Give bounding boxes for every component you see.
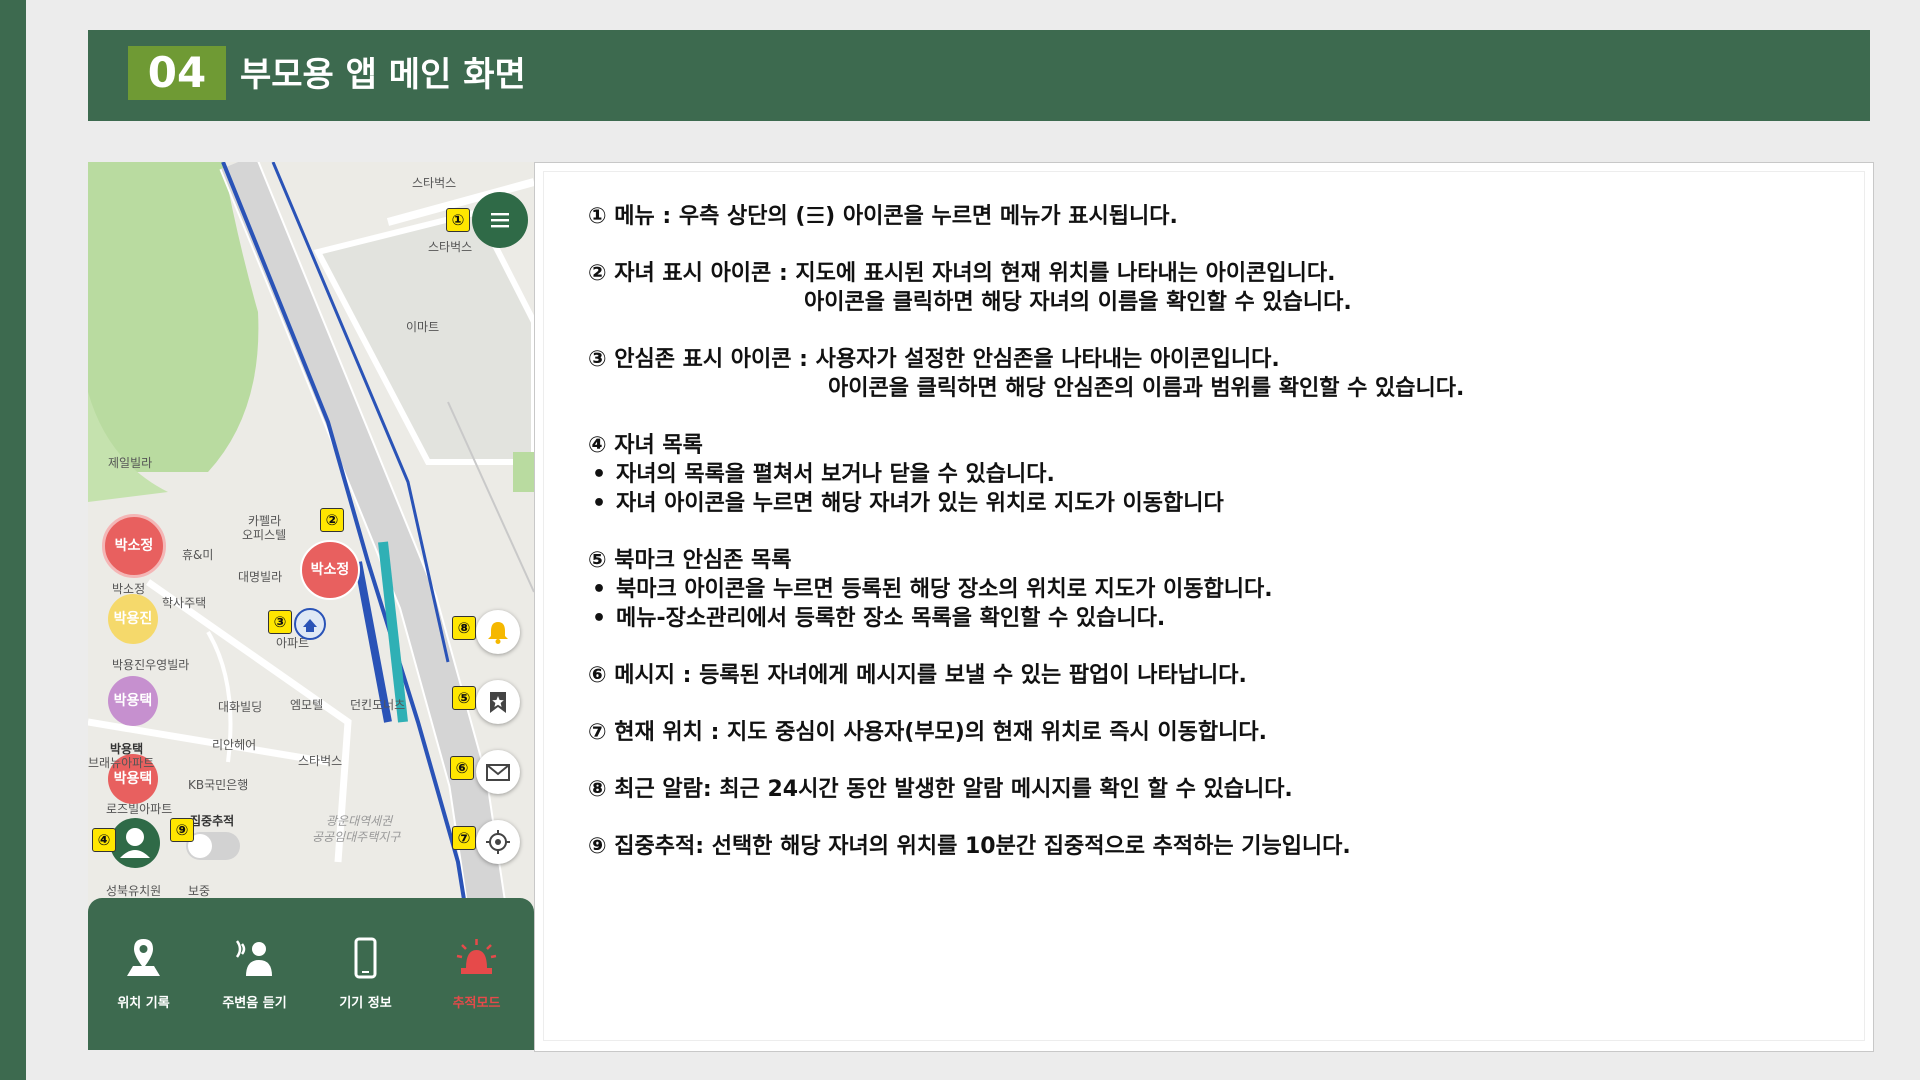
desc-recent-alarm: ⑧ 최근 알람: 최근 24시간 동안 발생한 알람 메시지를 확인 할 수 있… (588, 777, 1293, 802)
bullet-symbol: • (592, 491, 607, 516)
slide-header: 04 부모용 앱 메인 화면 (88, 30, 1870, 121)
map-label: 학사주택 (162, 596, 207, 610)
child-marker[interactable]: 박용진 (108, 594, 158, 644)
desc-child-icon: ② 자녀 표시 아이콘 : 지도에 표시된 자녀의 현재 위치를 나타내는 아이… (588, 261, 1336, 286)
bookmark-safezone-button[interactable] (476, 680, 520, 724)
bullet-text: 북마크 아이콘을 누르면 등록된 해당 장소의 위치로 지도가 이동합니다. (616, 577, 1273, 602)
phone-icon (354, 937, 377, 979)
nav-location-history[interactable]: 위치 기록 (88, 898, 199, 1050)
bullet-symbol: • (592, 462, 607, 487)
callout-badge: ④ (92, 828, 116, 852)
recent-alarm-button[interactable] (476, 610, 520, 654)
callout-badge: ⑨ (170, 818, 194, 842)
desc-bullet: • 북마크 아이콘을 누르면 등록된 해당 장소의 위치로 지도가 이동합니다. (588, 575, 1828, 604)
bottom-navigation: 위치 기록 주변음 듣기 기기 정보 추적모드 (88, 898, 534, 1050)
app-screen: 스타벅스 스타벅스 이마트 제일빌라 카펠라 오피스텔 휴&미 박소정 학사주택… (88, 162, 534, 1050)
map-label: 보중 (188, 884, 211, 898)
bookmark-star-icon (490, 692, 506, 713)
map-label: 휴&미 (182, 548, 214, 562)
focus-tracking-label: 집중추적 (190, 814, 235, 828)
child-list-toggle-avatar[interactable] (110, 818, 160, 868)
desc-child-list: ④ 자녀 목록 (588, 433, 703, 458)
map-label: KB국민은행 (188, 778, 249, 792)
desc-focus-tracking: ⑨ 집중추적: 선택한 해당 자녀의 위치를 10분간 집중적으로 추적하는 기… (588, 834, 1351, 859)
map-label: 스타벅스 (412, 176, 457, 190)
child-location-marker[interactable]: 박소정 (300, 540, 360, 600)
nav-label: 추적모드 (452, 996, 501, 1011)
nav-label: 기기 정보 (339, 996, 392, 1011)
nav-tracking-mode[interactable]: 추적모드 (421, 898, 532, 1050)
description-list: ① 메뉴 : 우측 상단의 (☰) 아이콘을 누르면 메뉴가 표시됩니다. ② … (588, 202, 1828, 861)
callout-badge: ① (446, 208, 470, 232)
callout-badge: ② (320, 508, 344, 532)
desc-child-icon-detail: 아이콘을 클릭하면 해당 자녀의 이름을 확인할 수 있습니다. (804, 290, 1352, 315)
desc-bullet: • 자녀의 목록을 펼쳐서 보거나 닫을 수 있습니다. (588, 460, 1828, 489)
desc-bullet: • 자녀 아이콘을 누르면 해당 자녀가 있는 위치로 지도가 이동합니다 (588, 489, 1828, 518)
map-label: 스타벅스 (428, 240, 473, 254)
bullet-symbol: • (592, 606, 607, 631)
map-label: 던킨도너츠 (350, 698, 406, 712)
callout-badge: ⑧ (452, 616, 476, 640)
safe-zone-icon[interactable] (294, 608, 326, 640)
location-person-icon (127, 939, 160, 976)
description-panel: ① 메뉴 : 우측 상단의 (☰) 아이콘을 누르면 메뉴가 표시됩니다. ② … (534, 162, 1874, 1052)
crosshair-icon (486, 830, 510, 854)
listen-icon (235, 940, 272, 976)
bullet-symbol: • (592, 577, 607, 602)
map-label: 공공임대주택지구 (312, 830, 401, 844)
callout-badge: ③ (268, 610, 292, 634)
map-label: 이마트 (406, 320, 440, 334)
map-label: 대화빌딩 (218, 700, 263, 714)
map-label: 엠모텔 (290, 698, 324, 712)
menu-icon (491, 213, 509, 228)
child-marker[interactable]: 박용택 (108, 676, 158, 726)
callout-badge: ⑤ (452, 686, 476, 710)
map-label: 브래뉴아파트 (88, 756, 155, 770)
bullet-text: 메뉴-장소관리에서 등록한 장소 목록을 확인할 수 있습니다. (616, 606, 1166, 631)
desc-message: ⑥ 메시지 : 등록된 자녀에게 메시지를 보낼 수 있는 팝업이 나타납니다. (588, 663, 1247, 688)
focus-tracking-toggle[interactable] (186, 832, 240, 860)
desc-bullet: • 메뉴-장소관리에서 등록한 장소 목록을 확인할 수 있습니다. (588, 604, 1828, 633)
desc-safezone-icon: ③ 안심존 표시 아이콘 : 사용자가 설정한 안심존을 나타내는 아이콘입니다… (588, 347, 1280, 372)
callout-badge: ⑦ (452, 826, 476, 850)
side-accent-strip (0, 0, 26, 1080)
slide-title: 부모용 앱 메인 화면 (240, 55, 526, 95)
siren-icon (456, 939, 497, 974)
map-label: 광운대역세권 (326, 814, 393, 828)
desc-safezone-icon-detail: 아이콘을 클릭하면 해당 안심존의 이름과 범위를 확인할 수 있습니다. (828, 376, 1465, 401)
bullet-text: 자녀 아이콘을 누르면 해당 자녀가 있는 위치로 지도가 이동합니다 (616, 491, 1224, 516)
envelope-icon (486, 764, 510, 781)
menu-button[interactable] (472, 192, 528, 248)
map-label: 제일빌라 (108, 456, 153, 470)
map-label: 박용진우영빌라 (112, 658, 190, 672)
desc-bookmark-safezone: ⑤ 북마크 안심존 목록 (588, 548, 792, 573)
bullet-text: 자녀의 목록을 펼쳐서 보거나 닫을 수 있습니다. (616, 462, 1055, 487)
nav-ambient-listen[interactable]: 주변음 듣기 (199, 898, 310, 1050)
message-button[interactable] (476, 750, 520, 794)
nav-device-info[interactable]: 기기 정보 (310, 898, 421, 1050)
map-label: 오피스텔 (242, 528, 287, 542)
desc-menu: ① 메뉴 : 우측 상단의 (☰) 아이콘을 누르면 메뉴가 표시됩니다. (588, 204, 1178, 229)
child-marker[interactable]: 박소정 (102, 514, 166, 578)
callout-badge: ⑥ (450, 756, 474, 780)
current-location-button[interactable] (476, 820, 520, 864)
nav-label: 위치 기록 (117, 996, 170, 1011)
nav-label: 주변음 듣기 (222, 996, 287, 1011)
desc-current-location: ⑦ 현재 위치 : 지도 중심이 사용자(부모)의 현재 위치로 즉시 이동합니… (588, 720, 1267, 745)
map-label: 스타벅스 (298, 754, 343, 768)
map-label: 리안헤어 (212, 738, 257, 752)
section-number: 04 (128, 46, 226, 100)
bell-icon (488, 622, 508, 644)
map-label: 대명빌라 (238, 570, 283, 584)
map-label: 성북유치원 (106, 884, 162, 898)
